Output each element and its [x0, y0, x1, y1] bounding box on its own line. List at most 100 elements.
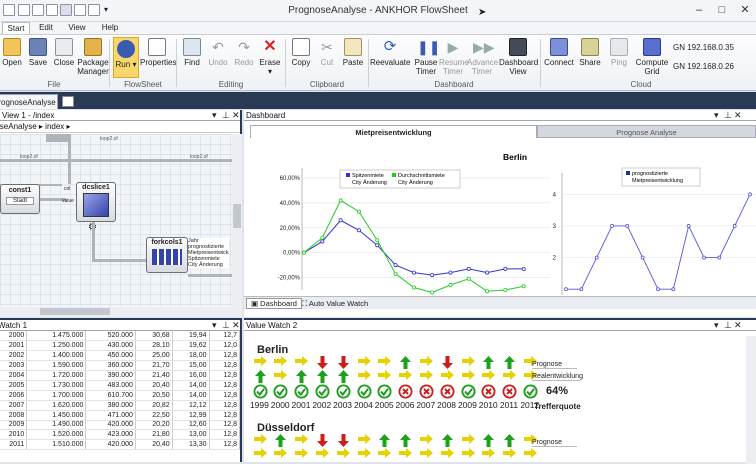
undo-button[interactable]: ↶ Undo: [206, 38, 230, 67]
close-panel-icon[interactable]: ✕: [232, 110, 240, 121]
table-row[interactable]: 2010 1.520.000 423.000 21,80 13,00 12,8: [0, 429, 241, 441]
scroll-thumb[interactable]: [233, 204, 241, 228]
tab-edit[interactable]: Edit: [33, 22, 59, 34]
pin-icon[interactable]: ⊥: [724, 320, 732, 331]
table-row[interactable]: 2004 1.720.000 390.000 21,40 16,00 12,8: [0, 370, 241, 381]
table-cell: 1.590.000: [26, 360, 87, 372]
pin-icon[interactable]: ⊥: [222, 320, 230, 331]
compute-grid-button[interactable]: Compute Grid: [634, 38, 670, 76]
resume-timer-button[interactable]: ▶ Resume Timer: [439, 38, 469, 76]
table-row[interactable]: 2000 1.475.000 520.000 30,68 19,94 12,7: [0, 331, 241, 342]
tab-view[interactable]: View: [63, 22, 91, 34]
horizontal-scrollbar[interactable]: [0, 307, 232, 317]
prognose-arrow-icon: [376, 434, 394, 449]
vertical-scrollbar[interactable]: [746, 336, 756, 464]
table-cell: 22,50: [135, 410, 173, 421]
pin-icon[interactable]: ⊥: [222, 110, 230, 121]
table-cell: 13,30: [172, 439, 210, 451]
data-point: [411, 285, 416, 290]
result-icon: [521, 384, 539, 401]
prognose-arrow-icon: [376, 356, 394, 368]
maximize-icon[interactable]: □: [711, 0, 733, 20]
close-button[interactable]: Close: [52, 38, 76, 67]
table-row[interactable]: 2007 1.620.000 380.000 20,82 12,12 12,8: [0, 400, 241, 411]
data-point: [356, 209, 361, 214]
series-line: [566, 194, 751, 290]
find-button[interactable]: Find: [180, 38, 204, 67]
prognose-arrow-icon: [438, 434, 456, 449]
tab-start[interactable]: Start: [2, 22, 30, 34]
flow-canvas[interactable]: loop2.of loop2.of loop2.of const1 Stadt …: [0, 134, 232, 317]
tab-dashboard-bottom[interactable]: ▣ Dashboard: [246, 298, 302, 309]
result-icon: [417, 384, 435, 401]
menu-icon[interactable]: ▾: [714, 320, 719, 331]
scroll-thumb[interactable]: [40, 308, 110, 315]
menu-icon[interactable]: ▾: [714, 110, 719, 121]
ip-address-2[interactable]: GN 192.168.0.26: [673, 62, 734, 71]
doc-tab-prognoseanalyse[interactable]: PrognoseAnalyse ✕: [0, 94, 58, 109]
table-cell: 12,7: [209, 331, 241, 342]
node-forkcols1[interactable]: forkcols1: [146, 237, 188, 273]
pause-timer-button[interactable]: ❚❚ Pause Timer: [413, 38, 441, 76]
run-button[interactable]: Run ▾: [113, 37, 139, 78]
reevaluate-button[interactable]: ⟳ Reevaluate: [370, 38, 410, 67]
data-point: [411, 270, 416, 275]
table-row[interactable]: 2002 1.400.000 450.000 25,00 18,00 12,8: [0, 350, 241, 362]
open-button[interactable]: Open: [0, 38, 24, 67]
cut-button[interactable]: ✂ Cut: [315, 38, 339, 67]
save-button[interactable]: Save: [26, 38, 50, 67]
pin-icon[interactable]: ▾: [212, 110, 217, 121]
table-row[interactable]: 2008 1.450.000 471.000 22,50 12,99 12,8: [0, 410, 241, 421]
share-icon: [581, 38, 599, 56]
close-panel-icon[interactable]: ✕: [734, 320, 742, 331]
dashboard-header: Dashboard ▾ ⊥ ✕: [244, 110, 756, 121]
tab-help[interactable]: Help: [96, 22, 124, 34]
tab-mietpreisentwicklung[interactable]: Mietpreisentwicklung: [250, 125, 537, 138]
menu-icon[interactable]: ▾: [212, 320, 217, 331]
label-prognose: Prognose: [532, 361, 577, 369]
ip-address-1[interactable]: GN 192.168.0.35: [673, 43, 734, 52]
watch2-header: Value Watch 2 ▾ ⊥ ✕: [244, 320, 756, 331]
tab-auto-value-watch[interactable]: ⛶ Auto Value Watch: [302, 298, 368, 309]
properties-button[interactable]: Properties: [140, 38, 176, 67]
ping-button[interactable]: Ping: [606, 38, 632, 67]
close-panel-icon[interactable]: ✕: [734, 110, 742, 121]
dashboard-view-button[interactable]: Dashboard View: [499, 38, 538, 76]
table-row[interactable]: 2006 1.700.000 610.700 20,50 14,00 12,8: [0, 390, 241, 401]
new-tab-icon[interactable]: [62, 96, 74, 107]
close-window-icon[interactable]: ✕: [734, 0, 756, 20]
package-manager-button[interactable]: Package Manager: [77, 38, 109, 76]
breadcrumb[interactable]: PrognoseAnalyse ▸ index ▸: [0, 121, 240, 133]
share-button[interactable]: Share: [577, 38, 603, 67]
node-const1[interactable]: const1 Stadt: [0, 184, 40, 214]
table-row[interactable]: 2011 1.510.000 420.000 20,40 13,30 12,8: [0, 439, 241, 451]
table-cell: 16,00: [172, 370, 210, 381]
table-row[interactable]: 2001 1.250.000 430.000 28,10 19,62 12,0: [0, 340, 241, 352]
table-row[interactable]: 2009 1.490.000 420.000 20,20 12,60 12,8: [0, 420, 241, 431]
vertical-scrollbar[interactable]: [232, 134, 242, 317]
dashboard-icon: [509, 38, 527, 56]
table-cell: 380.000: [85, 400, 136, 411]
redo-button[interactable]: ↷ Redo: [232, 38, 256, 67]
duesseldorf-grid: [247, 434, 547, 464]
advance-timer-button[interactable]: ▶▶ Advance Timer: [467, 38, 498, 76]
table-cell: 21,70: [135, 360, 173, 372]
columns-icon: [152, 249, 182, 265]
result-icon: [397, 384, 415, 401]
data-point: [338, 198, 343, 203]
close-panel-icon[interactable]: ✕: [232, 320, 240, 331]
minimize-icon[interactable]: –: [688, 0, 710, 20]
pin-icon[interactable]: ⊥: [724, 110, 732, 121]
paste-button[interactable]: Paste: [341, 38, 365, 67]
connect-button[interactable]: Connect: [543, 38, 575, 67]
tab-prognose-analyse[interactable]: Prognose Analyse: [537, 125, 756, 138]
copy-button[interactable]: Copy: [289, 38, 313, 67]
erase-button[interactable]: ✕ Erase ▾: [258, 38, 282, 76]
table-row[interactable]: 2003 1.590.000 360.000 21,70 15,00 12,8: [0, 360, 241, 372]
legend-swatch: [346, 173, 350, 177]
table-cell: 1.450.000: [26, 410, 87, 421]
table-row[interactable]: 2005 1.730.000 483.000 20,40 14,00 12,8: [0, 380, 241, 391]
wire: [68, 134, 71, 184]
data-point: [732, 224, 737, 228]
node-dcslice1[interactable]: dcslice1: [76, 182, 116, 222]
